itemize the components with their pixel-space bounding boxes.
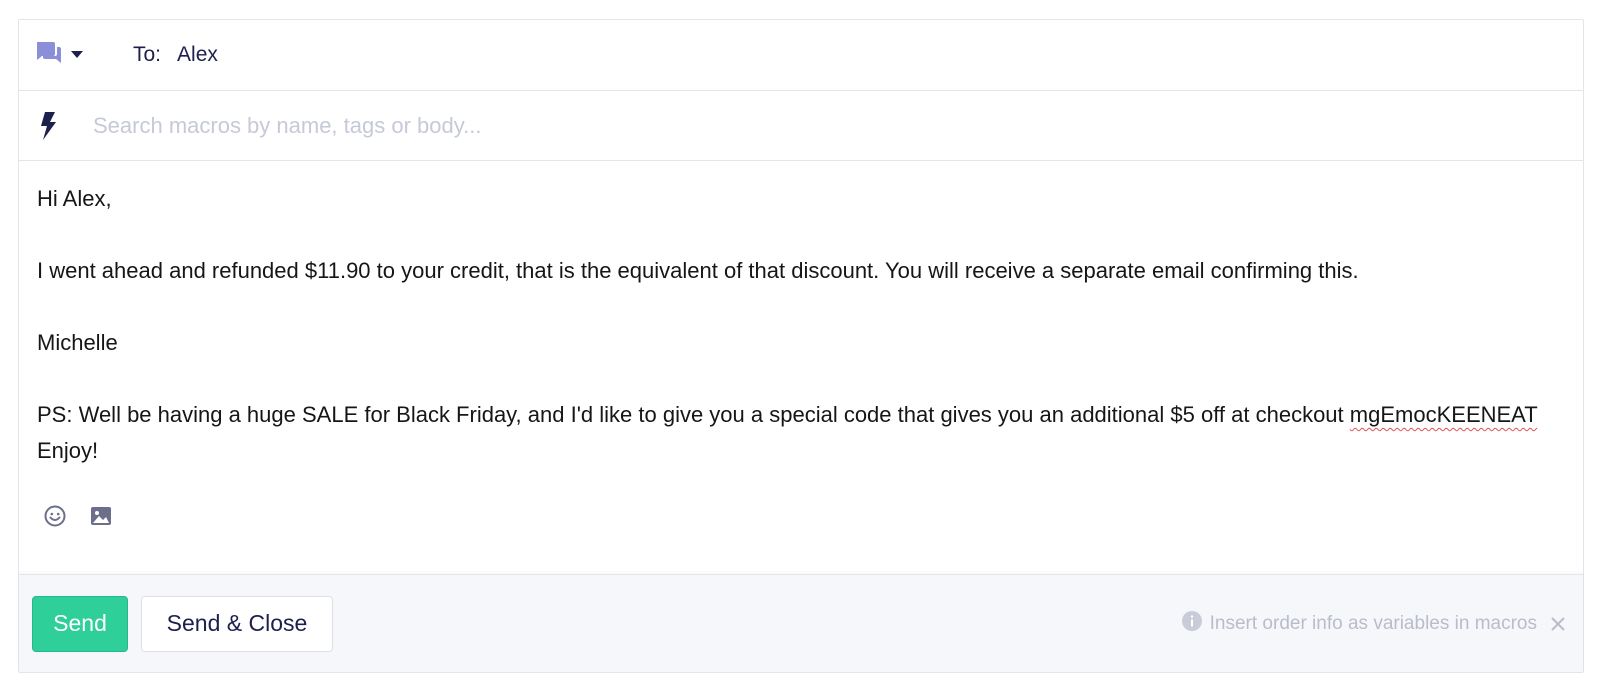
send-and-close-button[interactable]: Send & Close <box>141 595 333 652</box>
recipient-row: To: Alex <box>19 20 1583 91</box>
macro-search-row <box>19 91 1583 161</box>
caret-down-icon <box>71 46 83 64</box>
info-icon <box>1181 610 1202 637</box>
message-body[interactable]: Hi Alex, I went ahead and refunded $11.9… <box>19 161 1583 497</box>
message-ps: PS: Well be having a huge SALE for Black… <box>37 397 1565 469</box>
macro-variables-hint: Insert order info as variables in macros <box>1181 610 1565 637</box>
discount-code: mgEmocKEENEAT <box>1349 402 1538 427</box>
send-button[interactable]: Send <box>32 595 128 652</box>
channel-selector[interactable] <box>35 40 83 71</box>
to-label: To: <box>133 43 162 66</box>
lightning-bolt-icon <box>39 111 57 140</box>
macro-search-input[interactable] <box>91 111 1583 140</box>
chat-bubbles-icon <box>35 40 63 71</box>
message-paragraph: I went ahead and refunded $11.90 to your… <box>37 258 1359 283</box>
recipient-name[interactable]: Alex <box>177 43 218 67</box>
image-icon[interactable] <box>89 504 113 528</box>
message-greeting: Hi Alex, <box>37 186 112 211</box>
composer-footer: Send Send & Close Insert order info as v… <box>19 574 1583 672</box>
ps-text: PS: Well be having a huge SALE for Black… <box>37 402 1344 427</box>
emoji-smile-icon[interactable] <box>43 504 67 528</box>
editor-toolbar <box>19 481 1583 551</box>
message-signature: Michelle <box>37 330 118 355</box>
close-icon[interactable] <box>1551 616 1565 631</box>
ps-end: Enjoy! <box>37 438 99 463</box>
hint-text: Insert order info as variables in macros <box>1209 612 1537 634</box>
reply-composer: To: Alex Hi Alex, I went ahead and refun… <box>18 19 1584 673</box>
